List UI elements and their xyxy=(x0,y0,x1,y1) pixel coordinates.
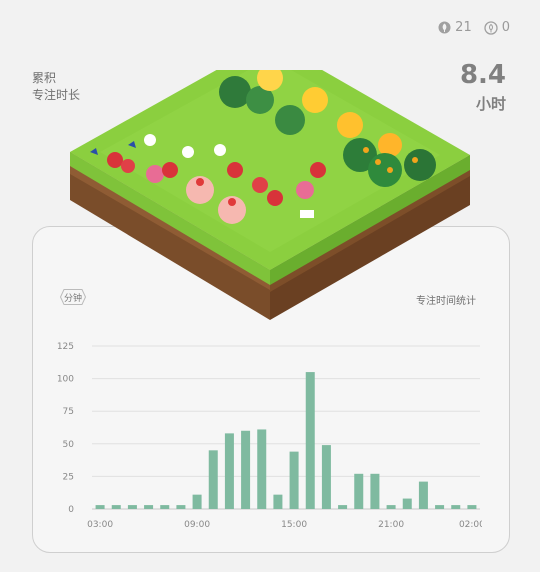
bar xyxy=(386,505,396,509)
bar xyxy=(451,505,461,509)
tree-count: 21 xyxy=(438,20,472,35)
bar xyxy=(176,505,186,509)
bar xyxy=(467,505,477,509)
x-tick-label: 21:00 xyxy=(378,520,404,530)
bar xyxy=(241,430,251,509)
unit-badge: 分钟 xyxy=(60,289,86,305)
y-tick-label: 50 xyxy=(63,440,75,450)
x-tick-label: 02:00 xyxy=(459,520,482,530)
withered-tree-icon xyxy=(484,20,498,35)
bar xyxy=(289,451,299,509)
focus-time-chart: 0 25 50 75 100 125 03:00 09:00 15:00 21:00 02:00 xyxy=(57,342,482,530)
tree-icon xyxy=(438,21,451,34)
bar xyxy=(321,445,331,509)
bar xyxy=(402,498,412,509)
bar xyxy=(338,505,348,509)
y-tick-label: 75 xyxy=(63,407,74,417)
bar xyxy=(127,505,137,509)
bar xyxy=(208,450,218,509)
y-tick-label: 0 xyxy=(68,505,74,515)
bar xyxy=(354,473,364,509)
garden-stats: 21 0 xyxy=(438,20,510,35)
chart-title: 专注时间统计 xyxy=(416,296,476,307)
y-tick-label: 100 xyxy=(57,375,74,385)
bar xyxy=(224,433,234,509)
bar xyxy=(95,505,105,509)
garden-illustration xyxy=(70,70,470,320)
bar xyxy=(144,505,154,509)
unit-badge-label: 分钟 xyxy=(63,293,82,304)
x-tick-label: 09:00 xyxy=(184,520,210,530)
x-tick-label: 03:00 xyxy=(87,520,113,530)
withered-count-value: 0 xyxy=(501,20,510,35)
bar xyxy=(435,505,445,509)
bar xyxy=(192,494,202,509)
withered-count: 0 xyxy=(484,20,510,35)
x-tick-label: 15:00 xyxy=(281,520,307,530)
bar xyxy=(111,505,121,509)
tree-count-value: 21 xyxy=(455,20,472,35)
bar xyxy=(418,481,428,509)
bar xyxy=(370,473,380,509)
y-tick-label: 125 xyxy=(57,342,74,352)
y-tick-label: 25 xyxy=(63,472,74,482)
bar xyxy=(160,505,170,509)
bar xyxy=(257,429,267,509)
bar xyxy=(273,494,283,509)
bar xyxy=(305,372,315,509)
